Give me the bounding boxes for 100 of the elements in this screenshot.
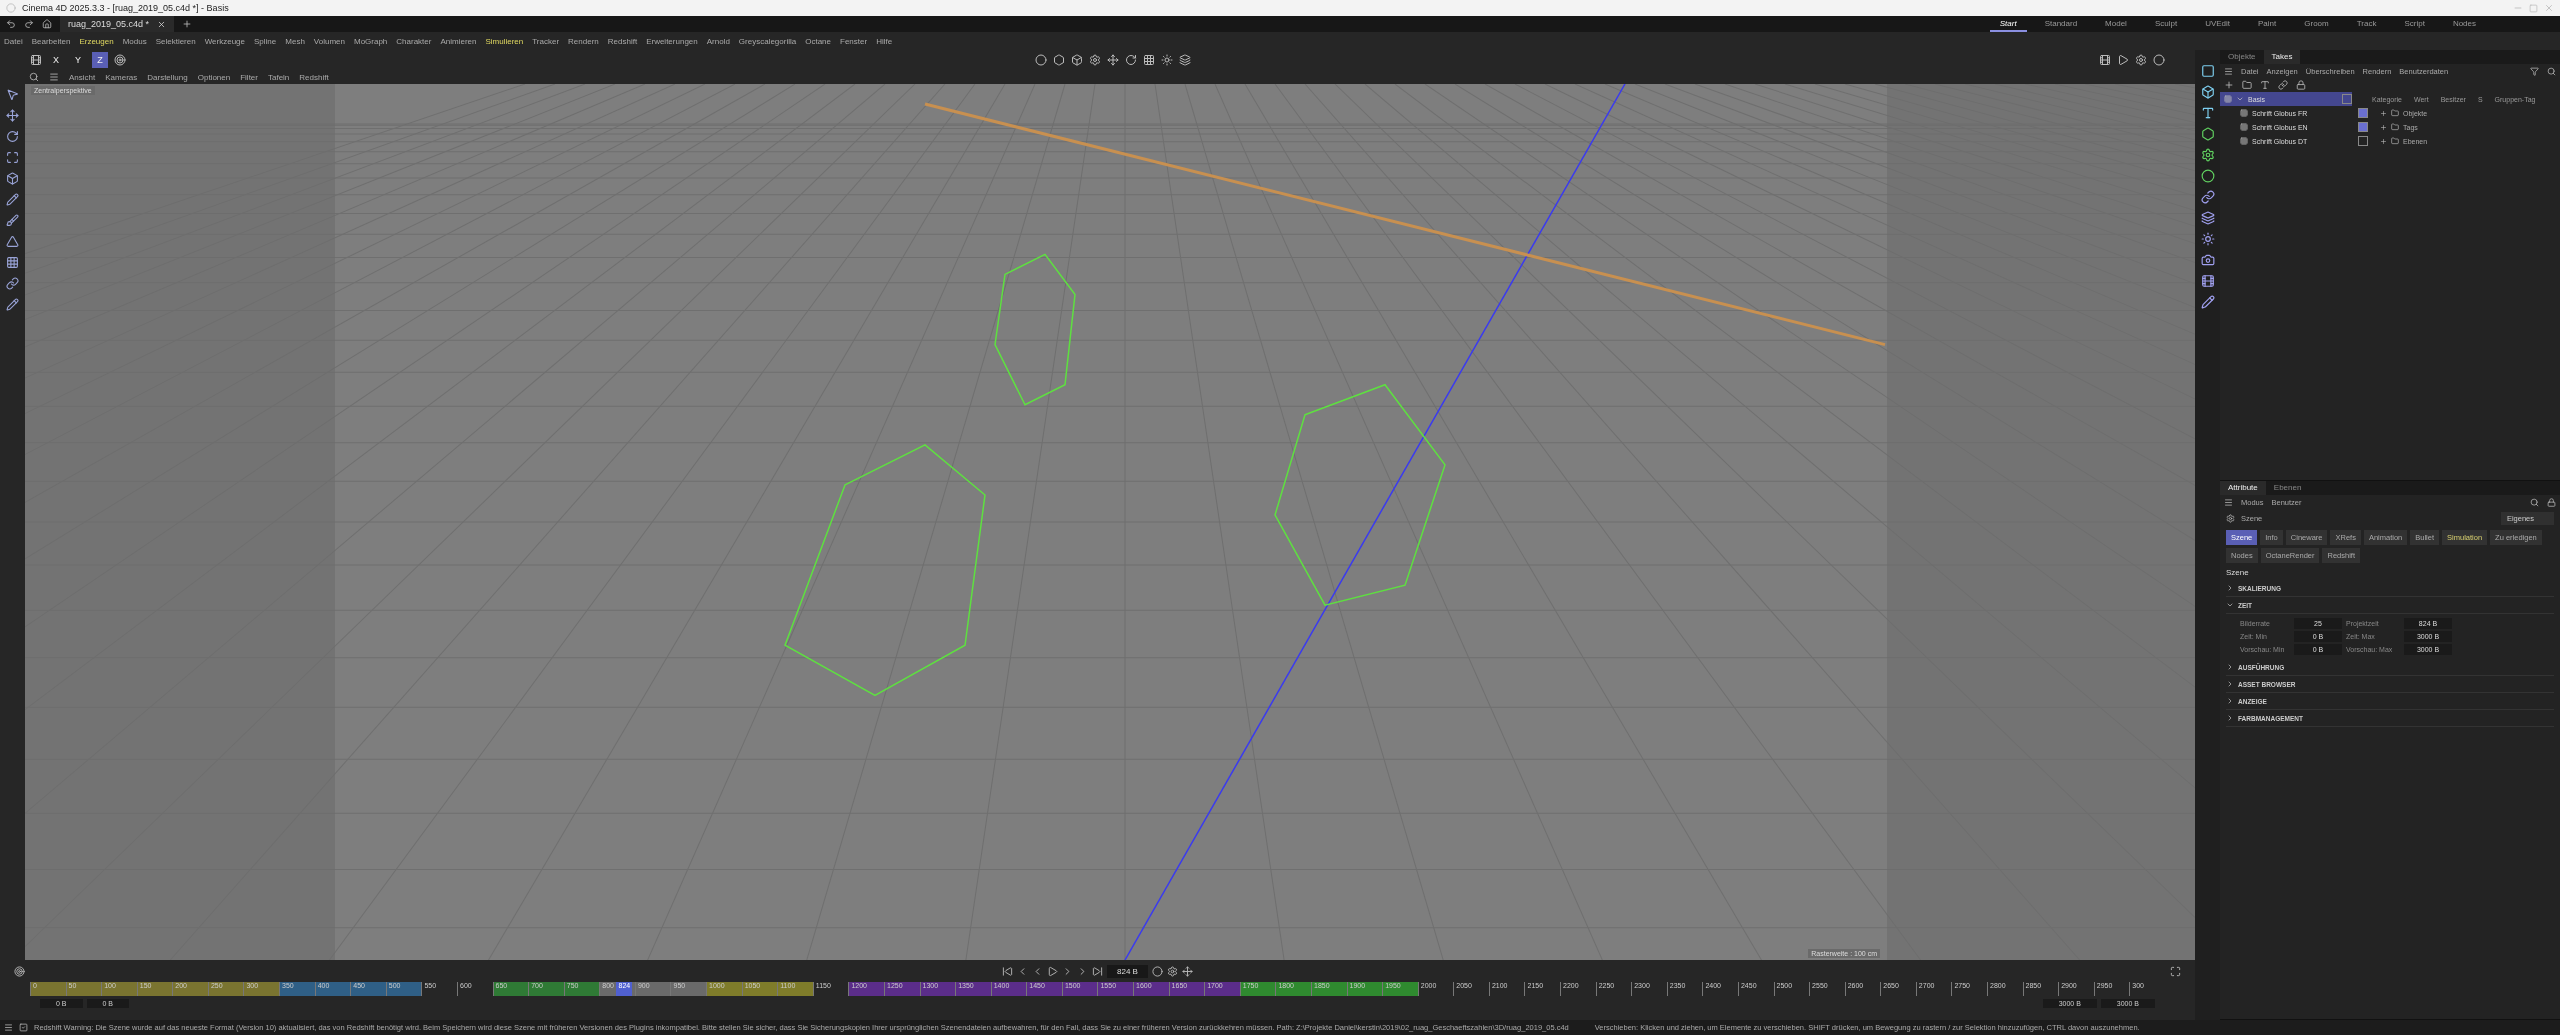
search-icon[interactable]: [2547, 66, 2556, 76]
object-tool-icon[interactable]: [2200, 211, 2215, 225]
object-tool-icon[interactable]: [2200, 127, 2215, 141]
document-tab[interactable]: ruag_2019_05.c4d *: [60, 16, 175, 32]
menu-item[interactable]: Charakter: [396, 36, 432, 46]
undo-icon[interactable]: [6, 19, 16, 29]
menu-icon[interactable]: [49, 72, 59, 82]
menu-item[interactable]: Animieren: [440, 36, 477, 46]
tool-icon[interactable]: [6, 151, 19, 164]
layout-tab[interactable]: Sculpt: [2144, 16, 2188, 32]
add-tab-icon[interactable]: [182, 19, 193, 29]
filter-icon[interactable]: [2530, 66, 2539, 76]
menu-item[interactable]: Greyscalegorilla: [738, 36, 797, 46]
tool-icon[interactable]: [6, 256, 19, 269]
menu-item[interactable]: MoGraph: [353, 36, 388, 46]
take-checkbox[interactable]: [2358, 136, 2368, 146]
menu-item[interactable]: Hilfe: [876, 36, 893, 46]
axis-button[interactable]: X: [48, 52, 64, 68]
folder-icon[interactable]: [2242, 80, 2252, 90]
viewport-menu-item[interactable]: Tafeln: [267, 72, 290, 82]
take-checkbox[interactable]: [2342, 94, 2352, 104]
search-icon[interactable]: [29, 72, 39, 82]
menu-item[interactable]: Mesh: [285, 36, 305, 46]
layers-icon[interactable]: [1178, 54, 1191, 66]
viewport-menu-item[interactable]: Ansicht: [69, 72, 96, 82]
axis-button[interactable]: Z: [92, 52, 108, 68]
expand-icon[interactable]: [2170, 965, 2181, 977]
expand-icon[interactable]: [2380, 123, 2387, 131]
frame-field[interactable]: 824 B: [1107, 964, 1148, 978]
record-icon[interactable]: [1151, 965, 1163, 977]
lock-icon[interactable]: [2547, 497, 2556, 507]
move-key-icon[interactable]: [1181, 965, 1193, 977]
menu-item[interactable]: Fenster: [840, 36, 868, 46]
play-icon[interactable]: [1047, 965, 1059, 977]
menu-item[interactable]: Erweiterungen: [646, 36, 698, 46]
tool-icon[interactable]: [6, 88, 19, 101]
panel-tab[interactable]: Objekte: [2220, 50, 2264, 64]
tool-icon[interactable]: [6, 235, 19, 248]
link-icon[interactable]: [2278, 80, 2288, 90]
add-take-icon[interactable]: [2224, 80, 2234, 90]
viewport-menu-item[interactable]: Darstellung: [147, 72, 188, 82]
layout-tab[interactable]: Nodes: [2442, 16, 2486, 32]
object-tool-icon[interactable]: [2200, 232, 2215, 246]
viewport-menu-item[interactable]: Redshift: [299, 72, 329, 82]
tool-icon[interactable]: [6, 109, 19, 122]
tool-icon[interactable]: [6, 298, 19, 311]
autokey-icon[interactable]: [1166, 965, 1178, 977]
menu-item[interactable]: Volumen: [313, 36, 345, 46]
scene-icon[interactable]: [2226, 514, 2235, 524]
menu-item[interactable]: Rendern: [568, 36, 599, 46]
gear-icon[interactable]: [1088, 54, 1101, 66]
panel-tab[interactable]: Takes: [2263, 50, 2301, 64]
menu-item[interactable]: Datei: [4, 36, 23, 46]
menu-item[interactable]: Werkzeuge: [204, 36, 245, 46]
home-icon[interactable]: [42, 19, 52, 29]
object-tool-icon[interactable]: [2200, 295, 2215, 309]
layout-tab[interactable]: Model: [2095, 16, 2137, 32]
folder-icon[interactable]: [2391, 109, 2399, 117]
expand-icon[interactable]: [2380, 137, 2387, 145]
menu-item[interactable]: Selektieren: [155, 36, 196, 46]
hexagon-icon[interactable]: [1052, 54, 1065, 66]
menu-item[interactable]: Erzeugen: [79, 36, 114, 46]
object-tool-icon[interactable]: [2200, 274, 2215, 288]
object-tool-icon[interactable]: [2200, 85, 2215, 99]
tool-icon[interactable]: [6, 277, 19, 290]
render-view-icon[interactable]: [2099, 54, 2111, 66]
last-frame-icon[interactable]: [1092, 965, 1104, 977]
expand-icon[interactable]: [2380, 109, 2387, 117]
menu-item[interactable]: Simulieren: [485, 36, 524, 46]
render-icon[interactable]: [2117, 54, 2129, 66]
menu-icon[interactable]: [2224, 66, 2233, 76]
grid-icon[interactable]: [1142, 54, 1155, 66]
take-checkbox[interactable]: [2358, 122, 2368, 132]
auto-take-icon[interactable]: [2260, 80, 2270, 90]
folder-icon[interactable]: [2391, 137, 2399, 145]
menu-item[interactable]: Tracker: [532, 36, 560, 46]
object-tool-icon[interactable]: [2200, 253, 2215, 267]
menu-icon[interactable]: [2224, 497, 2233, 507]
status-icon[interactable]: [19, 1023, 28, 1032]
tool-icon[interactable]: [6, 130, 19, 143]
close-icon[interactable]: [157, 19, 167, 29]
tool-icon[interactable]: [6, 193, 19, 206]
sphere-icon[interactable]: [2153, 54, 2165, 66]
circle-icon[interactable]: [1034, 54, 1047, 66]
menu-item[interactable]: Redshift: [607, 36, 638, 46]
layout-tab[interactable]: Standard: [2034, 16, 2088, 32]
move-icon[interactable]: [1106, 54, 1119, 66]
object-tool-icon[interactable]: [2200, 148, 2215, 162]
layout-tab[interactable]: Paint: [2248, 16, 2287, 32]
expand-icon[interactable]: [2236, 95, 2244, 103]
object-tool-icon[interactable]: [2200, 64, 2215, 78]
panel-tab[interactable]: Attribute: [2220, 481, 2266, 496]
layout-tab[interactable]: Groom: [2294, 16, 2339, 32]
light-icon[interactable]: [1160, 54, 1173, 66]
search-icon[interactable]: [2530, 497, 2539, 507]
object-tool-icon[interactable]: [2200, 169, 2215, 183]
panel-tab[interactable]: Ebenen: [2265, 481, 2310, 496]
viewport-menu-item[interactable]: Filter: [240, 72, 258, 82]
object-tool-icon[interactable]: [2200, 190, 2215, 204]
layout-tab[interactable]: UVEdit: [2195, 16, 2241, 32]
